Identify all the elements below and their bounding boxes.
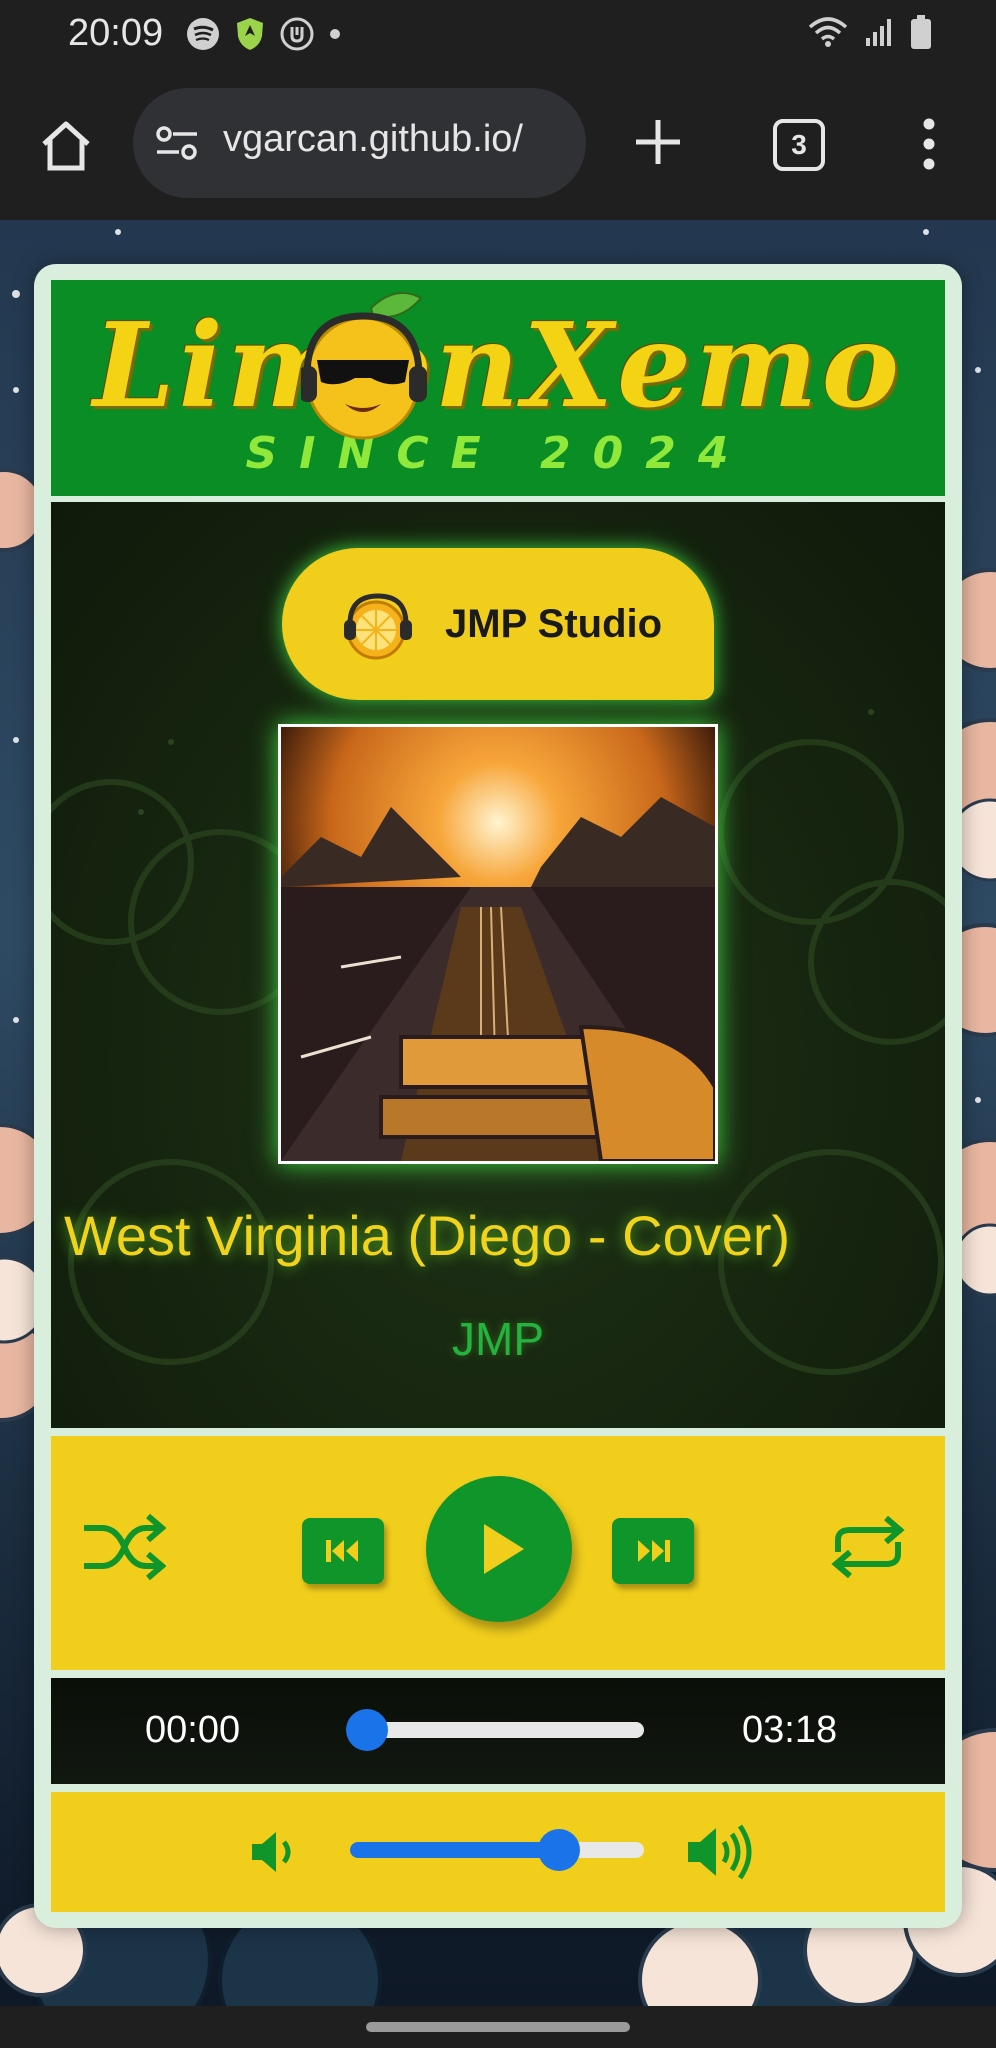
status-time: 20:09: [68, 12, 164, 54]
total-time: 03:18: [742, 1709, 838, 1751]
spotify-icon: [186, 17, 220, 56]
home-icon: [42, 121, 90, 171]
lemon-headphones-icon: [342, 590, 414, 667]
url-text: vgarcan.github.io/: [223, 118, 523, 160]
browser-toolbar: vgarcan.github.io/ 3: [0, 70, 996, 220]
volume-slider[interactable]: [350, 1829, 644, 1871]
shuffle-button[interactable]: [80, 1512, 167, 1587]
new-tab-button[interactable]: [630, 114, 686, 170]
signal-icon: [864, 16, 896, 53]
volume-low-icon: [252, 1832, 291, 1872]
song-title: West Virginia (Diego - Cover): [64, 1204, 791, 1267]
site-settings-icon[interactable]: [155, 126, 199, 165]
wifi-icon: [806, 15, 850, 54]
previous-icon: [326, 1540, 358, 1562]
tabs-button[interactable]: 3: [773, 119, 825, 171]
seek-slider[interactable]: [346, 1709, 644, 1751]
repeat-button[interactable]: [826, 1512, 910, 1587]
seek-slider-thumb[interactable]: [346, 1709, 388, 1751]
lemon-mascot-logo: [299, 286, 431, 451]
album-cover: [278, 724, 718, 1164]
site-banner: LimonXemo SINCE 2024: [51, 280, 945, 496]
next-icon: [638, 1540, 670, 1562]
banner-subtitle: SINCE 2024: [245, 428, 751, 479]
volume-high-button[interactable]: [684, 1822, 756, 1887]
status-bar: 20:09: [0, 0, 996, 70]
repeat-icon: [831, 1515, 905, 1579]
clock-app-icon: [280, 17, 314, 56]
gesture-handle[interactable]: [366, 2022, 630, 2032]
address-bar[interactable]: vgarcan.github.io/: [133, 88, 586, 198]
banner-title: LimonXemo: [93, 298, 903, 434]
home-button[interactable]: [36, 116, 96, 176]
studio-label: JMP Studio: [445, 602, 663, 646]
battery-icon: [910, 14, 932, 55]
play-icon: [484, 1524, 524, 1574]
play-button[interactable]: [426, 1476, 572, 1622]
next-button[interactable]: [612, 1518, 694, 1584]
plus-icon: [636, 120, 680, 164]
studio-badge: JMP Studio: [282, 548, 714, 700]
current-time: 00:00: [145, 1709, 241, 1751]
vpn-shield-icon: [234, 16, 266, 57]
more-vert-icon[interactable]: [915, 118, 943, 170]
shuffle-icon: [84, 1513, 167, 1581]
volume-low-button[interactable]: [248, 1826, 304, 1883]
dot-icon: [328, 27, 342, 46]
previous-button[interactable]: [302, 1518, 384, 1584]
artist-name: JMP: [452, 1313, 544, 1365]
volume-high-icon: [688, 1824, 752, 1880]
volume-slider-thumb[interactable]: [537, 1829, 580, 1871]
volume-slider-fill: [350, 1842, 559, 1858]
